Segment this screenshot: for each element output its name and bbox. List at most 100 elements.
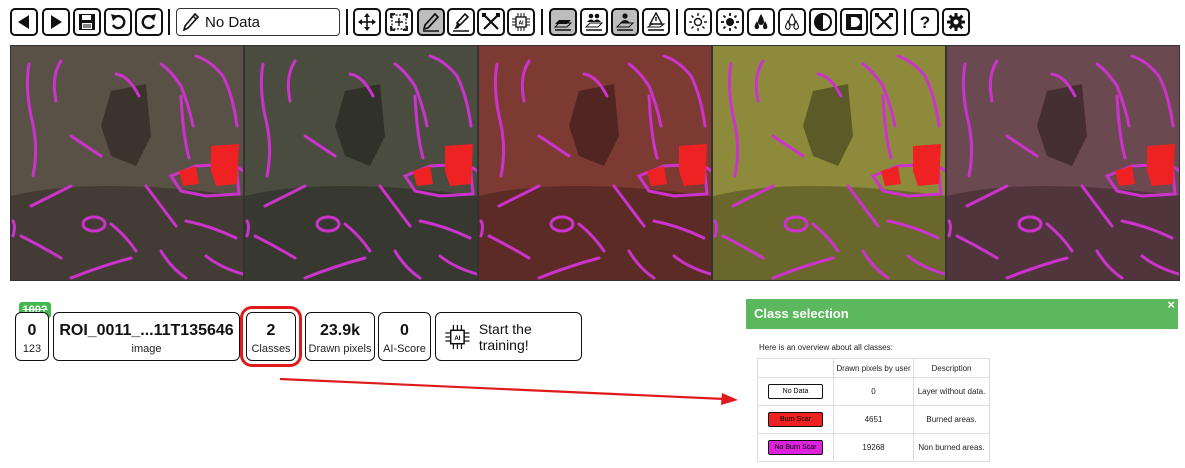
triangle-right-icon — [51, 15, 62, 29]
erase-button[interactable] — [477, 8, 505, 36]
image-name-label: image — [131, 343, 162, 355]
pixels-cell: 19268 — [833, 433, 914, 462]
gear-icon — [947, 13, 965, 31]
image-panel-false-color-red[interactable] — [478, 45, 712, 281]
help-button[interactable]: ? — [911, 8, 939, 36]
class-cell: No Data — [757, 377, 834, 406]
drops-filled-icon — [754, 14, 768, 30]
dialog-title: Class selection — [754, 306, 849, 321]
saturation-up-button[interactable] — [747, 8, 775, 36]
draw-button[interactable] — [417, 8, 445, 36]
satellite-image — [479, 46, 711, 280]
toolbar-separator — [676, 9, 678, 35]
ai-score-label: AI-Score — [383, 343, 426, 355]
previous-button[interactable] — [10, 8, 38, 36]
image-index-value: 0 — [27, 322, 37, 339]
image-panel-false-color-green[interactable] — [712, 45, 946, 281]
classes-value: 2 — [266, 322, 276, 339]
pencil-icon — [422, 12, 440, 32]
redo-button[interactable] — [135, 8, 163, 36]
svg-text:AI: AI — [454, 335, 460, 342]
ai-chip-icon: AI — [512, 13, 530, 31]
invert-button[interactable] — [840, 8, 868, 36]
class-select[interactable]: No Data — [176, 8, 340, 36]
layers-user-icon — [615, 13, 635, 31]
settings-button[interactable] — [942, 8, 970, 36]
image-index-stat: 0 123 — [15, 312, 49, 361]
classes-stat[interactable]: 2 Classes — [240, 306, 302, 367]
class-table: Drawn pixels by user Description No Data… — [757, 358, 990, 462]
satellite-image — [11, 46, 243, 280]
cross-tools-icon — [482, 13, 500, 30]
ai-button[interactable]: AI — [507, 8, 535, 36]
class-cell: Burn Scar — [757, 405, 834, 434]
contrast-button[interactable] — [809, 8, 837, 36]
pan-button[interactable] — [353, 8, 381, 36]
triangle-left-icon — [18, 15, 29, 29]
undo-button[interactable] — [104, 8, 132, 36]
pencil-icon — [183, 13, 199, 31]
svg-text:AI: AI — [519, 21, 525, 27]
satellite-image — [947, 46, 1179, 280]
classes-label: Classes — [251, 343, 291, 355]
image-panel-natural[interactable] — [244, 45, 478, 281]
table-row: No Data 0 Layer without data. — [757, 377, 990, 406]
reset-adjustments-button[interactable] — [870, 8, 898, 36]
satellite-image — [245, 46, 477, 280]
toolbar: No Data AI ? — [0, 0, 1185, 44]
fit-to-screen-icon — [390, 13, 408, 31]
drawn-pixels-value: 23.9k — [319, 322, 361, 339]
next-button[interactable] — [42, 8, 70, 36]
image-name-stat: ROI_0011_...11T135646 image — [53, 312, 240, 361]
start-training-label: Start the training! — [478, 320, 532, 353]
image-index-sub: 123 — [22, 343, 42, 355]
description-cell: Burned areas. — [913, 405, 990, 434]
ai-score-value: 0 — [400, 322, 409, 339]
ai-chip-icon: AI — [445, 324, 470, 349]
brightness-up-button[interactable] — [716, 8, 744, 36]
toolbar-separator — [346, 9, 348, 35]
toolbar-separator — [168, 9, 170, 35]
sun-outline-icon — [689, 13, 707, 31]
undo-icon — [111, 14, 126, 30]
question-mark-icon: ? — [920, 13, 930, 32]
layer-mode-3-button[interactable] — [611, 8, 639, 36]
satellite-image — [713, 46, 945, 280]
pixels-cell: 4651 — [833, 405, 914, 434]
toolbar-separator — [904, 9, 906, 35]
column-header: Description — [913, 358, 990, 378]
image-name-value: ROI_0011_...11T135646 — [59, 322, 234, 339]
dialog-header: Class selection × — [746, 298, 1178, 329]
drawn-pixels-label: Drawn pixels — [308, 343, 372, 355]
contrast-square-icon — [846, 14, 862, 30]
description-cell: Non burned areas. — [913, 433, 990, 462]
image-panel-false-color-purple[interactable] — [946, 45, 1180, 281]
pixels-cell: 0 — [833, 377, 914, 406]
brush-button[interactable] — [447, 8, 475, 36]
start-training-button[interactable]: AI Start the training! — [435, 312, 582, 361]
class-button-burn-scar[interactable]: Burn Scar — [768, 412, 823, 427]
table-header-row: Drawn pixels by user Description — [757, 358, 990, 378]
layer-mode-2-button[interactable] — [580, 8, 608, 36]
column-header: Drawn pixels by user — [833, 358, 914, 378]
contrast-circle-icon — [814, 13, 832, 31]
sun-filled-icon — [721, 13, 739, 31]
floppy-disk-icon — [79, 14, 95, 30]
description-cell: Layer without data. — [913, 377, 990, 406]
table-row: No Burn Scar 19268 Non burned areas. — [757, 433, 990, 462]
saturation-down-button[interactable] — [778, 8, 806, 36]
brightness-down-button[interactable] — [684, 8, 712, 36]
table-row: Burn Scar 4651 Burned areas. — [757, 405, 990, 434]
layer-mode-4-button[interactable] — [642, 8, 670, 36]
drawn-pixels-stat: 23.9k Drawn pixels — [305, 312, 375, 361]
layers-icon — [553, 20, 573, 31]
layer-mode-1-button[interactable] — [549, 8, 577, 36]
close-icon[interactable]: × — [1167, 298, 1175, 311]
class-button-no-data[interactable]: No Data — [768, 384, 823, 399]
ai-score-stat: 0 AI-Score — [378, 312, 431, 361]
column-header — [757, 358, 834, 378]
image-panel-true-color[interactable] — [10, 45, 244, 281]
save-button[interactable] — [73, 8, 101, 36]
class-button-no-burn-scar[interactable]: No Burn Scar — [768, 440, 823, 455]
fit-view-button[interactable] — [385, 8, 413, 36]
